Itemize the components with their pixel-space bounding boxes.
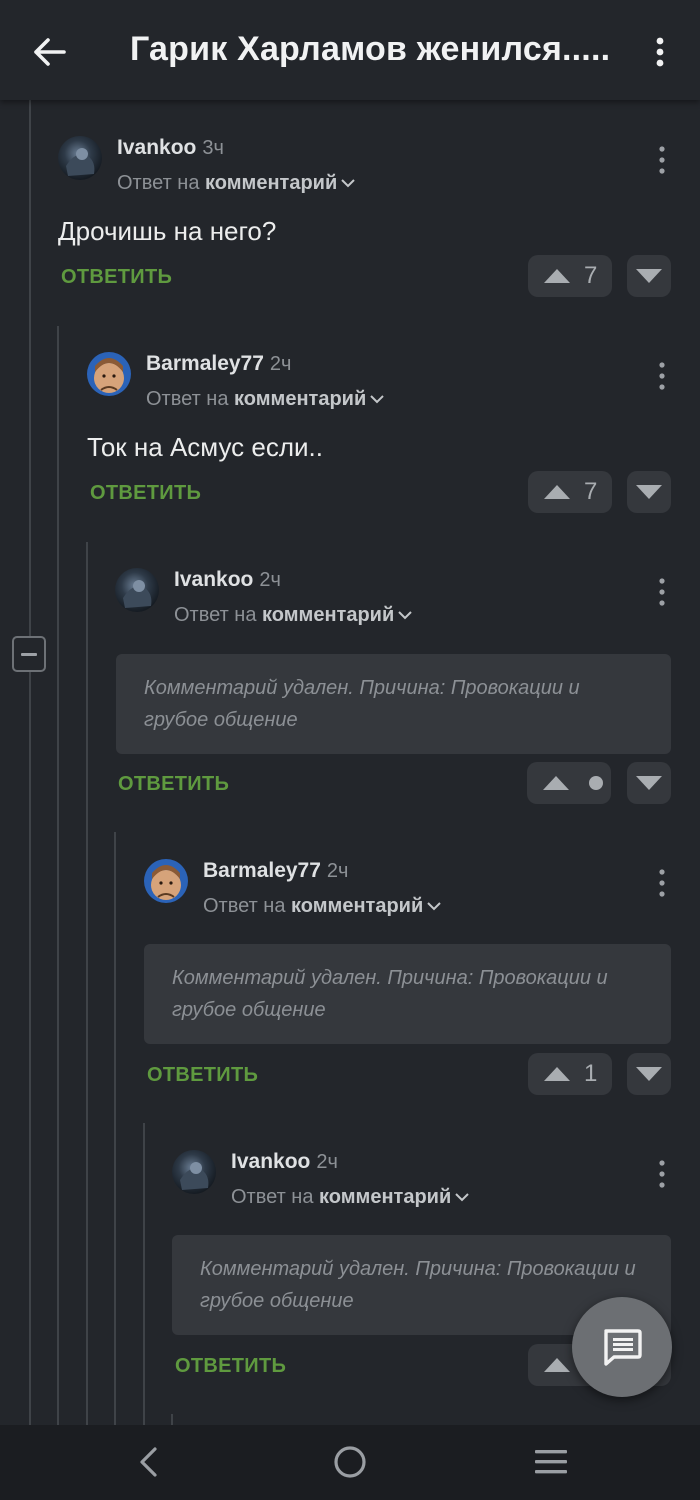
thread-line [29,100,31,1425]
more-vertical-icon[interactable] [640,28,680,76]
collapse-thread-button[interactable] [12,636,46,672]
author-name[interactable]: Ivankoo [231,1150,310,1173]
comment-text: Ток на Асмус если.. [87,432,323,462]
hidden-score-dot [589,776,603,790]
comment-text: Дрочишь на него? [58,216,277,246]
page-title: Гарик Харламов женился...... [130,30,610,68]
reply-prefix: Ответ на [203,895,286,917]
upvote-button[interactable]: 7 [528,255,612,297]
author-name[interactable]: Ivankoo [117,136,196,159]
avatar[interactable] [144,859,188,903]
downvote-button[interactable] [627,1053,671,1095]
downvote-button[interactable] [627,255,671,297]
upvote-button[interactable]: 7 [528,471,612,513]
chevron-down-icon [341,179,355,188]
triangle-down-icon [636,1067,662,1081]
triangle-down-icon [636,776,662,790]
chevron-down-icon [427,902,441,911]
comment-time: 2ч [326,860,349,882]
reply-to-link[interactable]: Ответ на комментарий [231,1186,469,1209]
vote-score: 7 [584,478,598,505]
triangle-up-icon [544,1067,570,1081]
comment-time: 2ч [269,353,292,375]
triangle-up-icon [544,1358,570,1372]
reply-button[interactable]: ОТВЕТИТЬ [61,266,172,289]
comment-menu-icon[interactable] [650,863,674,903]
deleted-comment-notice: Комментарий удален. Причина: Провокации … [144,944,671,1044]
reply-prefix: Ответ на [231,1186,314,1208]
reply-target: комментарий [262,604,395,626]
comment: Barmaley77 2ч Ответ на комментарий Ток на… [87,352,678,522]
reply-prefix: Ответ на [117,172,200,194]
chevron-down-icon [455,1193,469,1202]
avatar[interactable] [58,136,102,180]
back-arrow-icon[interactable] [26,28,74,76]
thread-line [86,542,88,1425]
system-nav-bar [0,1425,700,1500]
minus-icon [21,652,37,656]
reply-to-link[interactable]: Ответ на комментарий [203,895,441,918]
comment-time: 2ч [259,569,281,591]
comment-menu-icon[interactable] [650,572,674,612]
upvote-button[interactable] [527,762,611,804]
deleted-comment-notice: Комментарий удален. Причина: Провокации … [116,654,671,754]
reply-button[interactable]: ОТВЕТИТЬ [147,1064,258,1087]
nav-recents-icon[interactable] [521,1437,581,1487]
downvote-button[interactable] [627,471,671,513]
nav-home-icon[interactable] [320,1437,380,1487]
write-comment-fab[interactable] [572,1297,672,1397]
reply-to-link[interactable]: Ответ на комментарий [146,388,384,411]
comment: Barmaley77 2ч Ответ на комментарий Коммен… [144,859,678,1099]
thread-line [114,832,116,1425]
vote-score: 1 [584,1060,598,1087]
vote-score: 7 [584,262,598,289]
reply-target: комментарий [291,895,424,917]
chevron-down-icon [398,611,412,620]
author-name[interactable]: Barmaley77 [146,352,264,375]
comment-time: 2ч [316,1151,338,1173]
thread-line [57,326,59,1425]
reply-button[interactable]: ОТВЕТИТЬ [175,1355,286,1378]
reply-target: комментарий [234,388,367,410]
reply-button[interactable]: ОТВЕТИТЬ [118,773,229,796]
avatar[interactable] [87,352,131,396]
reply-target: комментарий [205,172,338,194]
thread-line [171,1414,173,1425]
comment-menu-icon[interactable] [650,356,674,396]
upvote-button[interactable]: 1 [528,1053,612,1095]
reply-prefix: Ответ на [146,388,229,410]
avatar[interactable] [172,1150,216,1194]
comment: Ivankoo 3ч Ответ на комментарий Дрочишь н… [58,136,678,306]
avatar[interactable] [115,568,159,612]
thread-line [143,1123,145,1425]
triangle-up-icon [544,269,570,283]
app-bar: Гарик Харламов женился...... [0,0,700,100]
comment-icon [604,1329,642,1366]
triangle-up-icon [544,485,570,499]
reply-target: комментарий [319,1186,452,1208]
reply-to-link[interactable]: Ответ на комментарий [117,172,355,195]
comment: Ivankoo 2ч Ответ на комментарий Комментар… [115,568,678,808]
reply-prefix: Ответ на [174,604,257,626]
comment-menu-icon[interactable] [650,1154,674,1194]
author-name[interactable]: Barmaley77 [203,859,321,882]
reply-button[interactable]: ОТВЕТИТЬ [90,482,201,505]
chevron-down-icon [370,395,384,404]
triangle-up-icon [543,776,569,790]
triangle-down-icon [636,269,662,283]
author-name[interactable]: Ivankoo [174,568,253,591]
triangle-down-icon [636,485,662,499]
comment-time: 3ч [202,137,224,159]
comment-menu-icon[interactable] [650,140,674,180]
nav-back-icon[interactable] [118,1437,178,1487]
downvote-button[interactable] [627,762,671,804]
reply-to-link[interactable]: Ответ на комментарий [174,604,412,627]
